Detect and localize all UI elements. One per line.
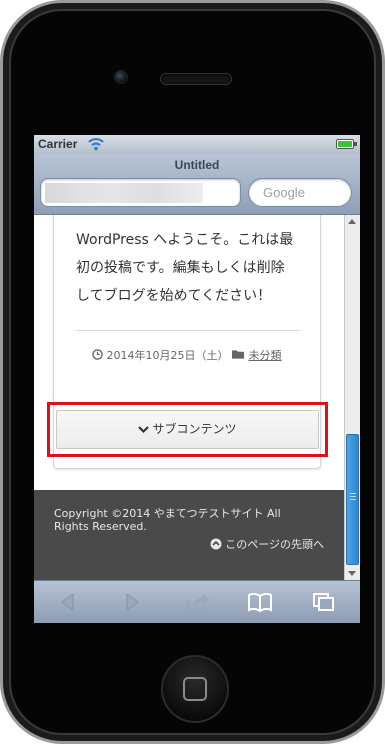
post-divider (76, 330, 300, 331)
post-line: 初の投稿です。編集もしくは削除 (76, 260, 285, 276)
sub-content-label: サブコンテンツ (152, 422, 237, 436)
battery-tip (354, 142, 357, 146)
carrier-label: Carrier (38, 137, 78, 151)
site-footer: Copyright ©2014 やまてつテストサイト All Rights Re… (34, 490, 360, 580)
copyright-text: Copyright ©2014 やまてつテストサイト All Rights Re… (54, 507, 281, 533)
battery-icon (336, 139, 357, 149)
home-button[interactable] (161, 655, 229, 723)
post-date: 2014年10月25日（土） (106, 349, 229, 362)
post-body: WordPress へようこそ。これは最 初の投稿です。編集もしくは削除 してブ… (76, 226, 312, 310)
forward-icon[interactable] (118, 591, 146, 613)
bookmarks-icon[interactable] (246, 591, 274, 613)
scroll-grip-icon (350, 493, 356, 500)
web-content: WordPress へようこそ。これは最 初の投稿です。編集もしくは削除 してブ… (34, 215, 360, 580)
speaker-grille (160, 73, 232, 85)
up-circle-icon (210, 538, 222, 550)
page-top-label: このページの先頭へ (225, 538, 324, 551)
address-text-redacted (45, 183, 203, 203)
address-field[interactable] (40, 178, 241, 207)
browser-nav-bar: Untitled Google (34, 154, 360, 215)
category-link[interactable]: 未分類 (249, 349, 282, 362)
share-icon[interactable] (184, 591, 212, 613)
front-camera (114, 70, 128, 84)
browser-toolbar (34, 580, 360, 623)
clock-icon (92, 349, 103, 360)
post-meta: 2014年10月25日（土） 未分類 (92, 347, 302, 363)
scroll-up-arrow[interactable] (348, 219, 356, 224)
phone-screen: Carrier Untitled Google WordPress へようこそ。… (34, 135, 360, 623)
vertical-scrollbar[interactable] (344, 215, 360, 580)
page-top-link[interactable]: このページの先頭へ (210, 536, 324, 552)
post-line: WordPress へようこそ。これは最 (76, 232, 294, 248)
search-field[interactable]: Google (248, 178, 352, 207)
sub-content-highlight: サブコンテンツ (47, 402, 328, 457)
wifi-icon (88, 138, 104, 151)
back-icon[interactable] (54, 591, 82, 613)
page-title: Untitled (174, 158, 220, 172)
scroll-down-arrow[interactable] (348, 571, 356, 576)
phone-frame: Carrier Untitled Google WordPress へようこそ。… (0, 0, 385, 744)
folder-icon (232, 350, 245, 359)
sub-content-button[interactable]: サブコンテンツ (56, 410, 319, 449)
home-square-icon (183, 677, 207, 701)
battery-fill (338, 141, 352, 147)
chevron-down-icon (138, 426, 150, 434)
tabs-icon[interactable] (310, 591, 338, 613)
scroll-thumb[interactable] (346, 434, 359, 565)
post-line: してブログを始めてください！ (76, 288, 272, 304)
status-bar: Carrier (34, 135, 360, 154)
